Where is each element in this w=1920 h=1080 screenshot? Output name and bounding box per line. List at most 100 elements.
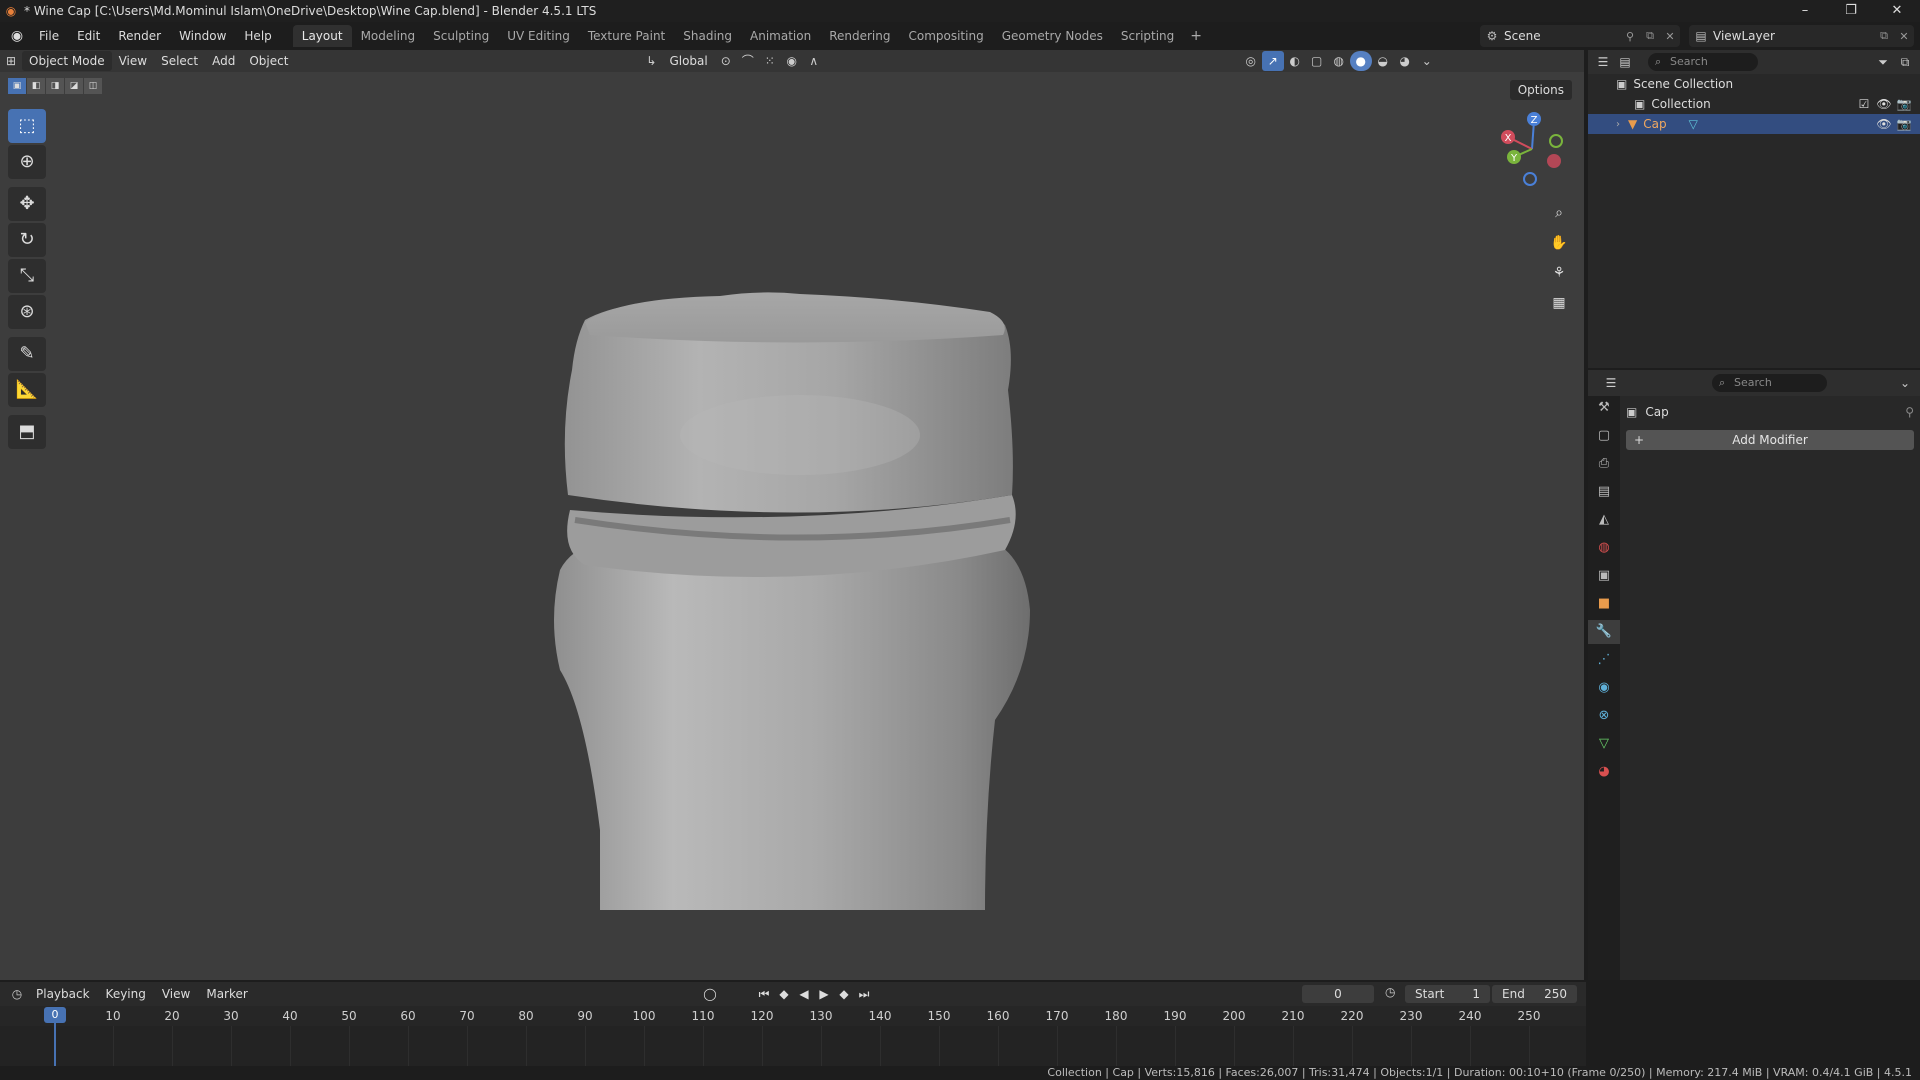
tab-sculpting[interactable]: Sculpting [424, 25, 498, 47]
scale-tool-icon[interactable]: ⤡ [8, 259, 46, 293]
tab-compositing[interactable]: Compositing [899, 25, 992, 47]
end-frame-field[interactable]: End 250 [1492, 985, 1577, 1003]
prev-keyframe-icon[interactable]: ◆ [774, 984, 794, 1004]
rotate-tool-icon[interactable]: ↻ [8, 223, 46, 257]
transform-orientation-icon[interactable]: ↳ [640, 51, 662, 71]
select-new-icon[interactable]: ▣ [8, 78, 26, 94]
gizmos-icon[interactable]: ↗ [1261, 51, 1284, 71]
select-intersect-icon[interactable]: ◫ [84, 78, 102, 94]
viewport-menu-select[interactable]: Select [154, 51, 205, 71]
snap-icon[interactable]: ⌒ [737, 51, 759, 71]
blender-menu-icon[interactable]: ◉ [4, 28, 30, 44]
eye-icon[interactable]: 👁 [1874, 97, 1894, 111]
wine-cap-model[interactable] [0, 50, 1586, 980]
view-layer-name[interactable]: ViewLayer [1713, 29, 1874, 43]
falloff-icon[interactable]: ∧ [803, 51, 825, 71]
timeline-track[interactable] [0, 1026, 1586, 1066]
viewport-menu-view[interactable]: View [112, 51, 154, 71]
outliner-search-input[interactable]: ⌕ Search [1648, 53, 1758, 71]
pan-hand-icon[interactable]: ✋ [1546, 230, 1572, 256]
tab-uv-editing[interactable]: UV Editing [498, 25, 579, 47]
particles-tab-icon[interactable]: ⋰ [1588, 648, 1620, 672]
stopwatch-icon[interactable]: ◷ [1385, 985, 1395, 999]
viewport-menu-add[interactable]: Add [205, 51, 242, 71]
visibility-icon[interactable]: ◎ [1240, 51, 1262, 71]
tab-animation[interactable]: Animation [741, 25, 820, 47]
tab-scripting[interactable]: Scripting [1112, 25, 1183, 47]
close-button[interactable]: ✕ [1874, 0, 1920, 22]
select-box-tool-icon[interactable]: ⬚ [8, 109, 46, 143]
expand-chevron-icon[interactable]: › [1616, 119, 1620, 130]
collection-tab-icon[interactable]: ▣ [1588, 564, 1620, 588]
next-keyframe-icon[interactable]: ◆ [834, 984, 854, 1004]
menu-edit[interactable]: Edit [68, 29, 109, 43]
proportional-edit-icon[interactable]: ◉ [781, 51, 803, 71]
exclude-checkbox-icon[interactable]: ☑ [1854, 97, 1874, 111]
add-cube-tool-icon[interactable]: ⬒ [8, 415, 46, 449]
tool-tab-icon[interactable]: ⚒ [1588, 396, 1620, 420]
zoom-icon[interactable]: ⌕ [1546, 200, 1572, 226]
select-subtract-icon[interactable]: ◨ [46, 78, 64, 94]
scene-tab-icon[interactable]: ◭ [1588, 508, 1620, 532]
mesh-data-icon[interactable]: ▽ [1689, 117, 1698, 131]
world-tab-icon[interactable]: ◍ [1588, 536, 1620, 560]
new-collection-icon[interactable]: ⧉ [1894, 52, 1916, 72]
snap-target-icon[interactable]: ⁙ [759, 51, 781, 71]
solid-shading-icon[interactable]: ● [1349, 51, 1372, 71]
timeline-menu-keying[interactable]: Keying [98, 987, 154, 1001]
properties-options-icon[interactable]: ⌄ [1894, 373, 1916, 393]
view-layer-tab-icon[interactable]: ▤ [1588, 480, 1620, 504]
material-tab-icon[interactable]: ◕ [1588, 760, 1620, 784]
object-camera-icon[interactable]: 📷 [1894, 117, 1914, 131]
pivot-icon[interactable]: ⊙ [715, 51, 737, 71]
tab-modeling[interactable]: Modeling [352, 25, 425, 47]
constraints-tab-icon[interactable]: ⊗ [1588, 704, 1620, 728]
object-tab-icon[interactable]: ■ [1588, 592, 1620, 616]
transform-tool-icon[interactable]: ⊛ [8, 295, 46, 329]
timeline-menu-marker[interactable]: Marker [198, 987, 255, 1001]
camera-view-icon[interactable]: ⚘ [1546, 260, 1572, 286]
annotate-tool-icon[interactable]: ✎ [8, 337, 46, 371]
new-view-layer-icon[interactable]: ⧉ [1874, 29, 1894, 43]
filter-icon[interactable]: ⏷ [1872, 52, 1894, 72]
scene-name[interactable]: Scene [1504, 29, 1620, 43]
pin-icon[interactable]: ⚲ [1620, 30, 1640, 43]
orientation-dropdown[interactable]: Global [662, 51, 714, 71]
minimize-button[interactable]: – [1782, 0, 1828, 22]
play-icon[interactable]: ▶ [814, 984, 834, 1004]
object-mode-dropdown[interactable]: Object Mode [22, 51, 112, 71]
viewport-menu-object[interactable]: Object [242, 51, 295, 71]
jump-end-icon[interactable]: ⏭ [854, 984, 874, 1004]
outliner-object-cap[interactable]: › ▼ Cap ▽ 👁 📷 [1588, 114, 1920, 134]
overlays-icon[interactable]: ◐ [1284, 51, 1306, 71]
options-dropdown[interactable]: Options [1509, 80, 1572, 100]
properties-editor-type-icon[interactable]: ☰ [1600, 373, 1622, 393]
3d-viewport[interactable]: ⊞ Object Mode View Select Add Object ↳ G… [0, 50, 1586, 980]
menu-render[interactable]: Render [109, 29, 170, 43]
rendered-shading-icon[interactable]: ◕ [1394, 51, 1416, 71]
perspective-toggle-icon[interactable]: ▦ [1546, 290, 1572, 316]
wireframe-shading-icon[interactable]: ◍ [1328, 51, 1350, 71]
current-frame-field[interactable]: 0 [1302, 985, 1374, 1003]
maximize-button[interactable]: ❐ [1828, 0, 1874, 22]
object-eye-icon[interactable]: 👁 [1874, 117, 1894, 131]
outliner-scene-collection[interactable]: ▣ Scene Collection [1588, 74, 1920, 94]
data-tab-icon[interactable]: ▽ [1588, 732, 1620, 756]
measure-tool-icon[interactable]: 📐 [8, 373, 46, 407]
physics-tab-icon[interactable]: ◉ [1588, 676, 1620, 700]
tab-shading[interactable]: Shading [674, 25, 741, 47]
display-mode-icon[interactable]: ▤ [1614, 52, 1636, 72]
timeline-editor-type-icon[interactable]: ◷ [6, 984, 28, 1004]
play-reverse-icon[interactable]: ◀ [794, 984, 814, 1004]
editor-type-icon[interactable]: ⊞ [0, 51, 22, 71]
modifier-tab-icon[interactable]: 🔧 [1588, 620, 1620, 644]
shading-options-icon[interactable]: ⌄ [1416, 51, 1438, 71]
menu-help[interactable]: Help [235, 29, 280, 43]
menu-window[interactable]: Window [170, 29, 235, 43]
menu-file[interactable]: File [30, 29, 68, 43]
start-frame-field[interactable]: Start 1 [1405, 985, 1490, 1003]
camera-icon[interactable]: 📷 [1894, 97, 1914, 111]
timeline-menu-playback[interactable]: Playback [28, 987, 98, 1001]
scene-selector[interactable]: ⚙ Scene ⚲ ⧉ ✕ [1480, 25, 1680, 47]
delete-view-layer-icon[interactable]: ✕ [1894, 30, 1914, 43]
